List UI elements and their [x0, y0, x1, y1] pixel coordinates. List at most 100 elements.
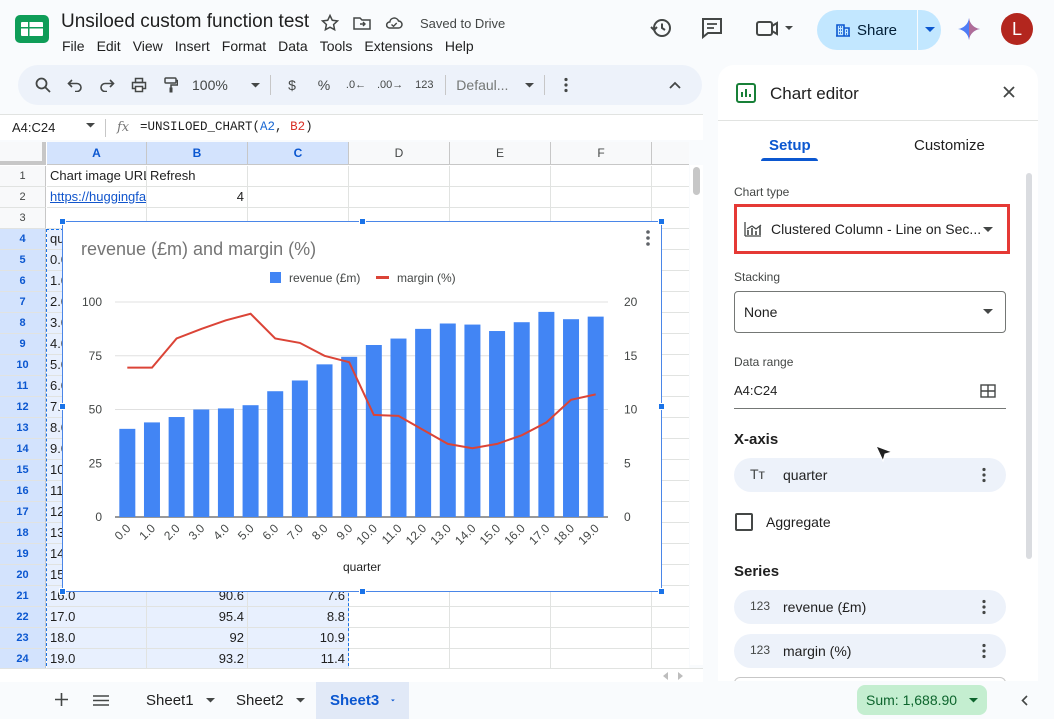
- menu-format[interactable]: Format: [216, 38, 272, 56]
- cell[interactable]: 11.4: [248, 649, 349, 668]
- menu-insert[interactable]: Insert: [169, 38, 216, 56]
- cell[interactable]: 18.0: [47, 628, 147, 649]
- row-header[interactable]: 24: [0, 649, 46, 668]
- collapse-menus-button[interactable]: [664, 71, 686, 99]
- resize-handle-r[interactable]: [658, 403, 665, 410]
- row-header[interactable]: 11: [0, 376, 46, 397]
- x-axis-chip[interactable]: Tт quarter: [734, 458, 1006, 492]
- row-header[interactable]: 5: [0, 250, 46, 271]
- vertical-scrollbar[interactable]: [690, 165, 703, 665]
- grid-select-icon[interactable]: [980, 384, 996, 398]
- gemini-sparkle-icon[interactable]: [958, 18, 980, 40]
- avatar[interactable]: L: [1001, 13, 1033, 45]
- share-options-button[interactable]: [918, 27, 941, 33]
- scroll-left-icon[interactable]: [662, 672, 670, 680]
- more-vert-icon[interactable]: [982, 599, 986, 615]
- scrollbar-thumb[interactable]: [693, 167, 700, 195]
- chevron-left-icon[interactable]: [1021, 695, 1028, 706]
- comments-icon[interactable]: [699, 15, 725, 41]
- share-button[interactable]: Share: [817, 10, 917, 50]
- print-button[interactable]: [128, 71, 150, 99]
- row-header[interactable]: 3: [0, 208, 46, 229]
- cell[interactable]: [450, 607, 551, 628]
- cell[interactable]: [450, 649, 551, 668]
- cell[interactable]: [450, 628, 551, 649]
- cell[interactable]: [349, 649, 450, 668]
- currency-format-button[interactable]: $: [281, 71, 303, 99]
- resize-handle-tl[interactable]: [59, 218, 66, 225]
- cell[interactable]: [652, 187, 689, 208]
- cell[interactable]: [349, 187, 450, 208]
- resize-handle-b[interactable]: [359, 588, 366, 595]
- menu-help[interactable]: Help: [439, 38, 480, 56]
- cell[interactable]: [450, 166, 551, 187]
- column-header-g[interactable]: [652, 142, 689, 165]
- column-header-c[interactable]: C: [248, 142, 349, 165]
- stacking-dropdown[interactable]: None: [734, 291, 1006, 333]
- row-header[interactable]: 9: [0, 334, 46, 355]
- chart-type-dropdown[interactable]: Clustered Column - Line on Sec...: [734, 204, 1010, 254]
- resize-handle-tr[interactable]: [658, 218, 665, 225]
- menu-edit[interactable]: Edit: [91, 38, 127, 56]
- resize-handle-bl[interactable]: [59, 588, 66, 595]
- sum-summary-button[interactable]: Sum: 1,688.90: [857, 685, 987, 715]
- cell[interactable]: https://huggingface: [47, 187, 147, 208]
- more-formats-button[interactable]: 123: [413, 71, 435, 99]
- increase-decimal-button[interactable]: .00 →: [377, 71, 403, 99]
- tab-setup[interactable]: Setup: [769, 137, 811, 154]
- document-title[interactable]: Unsiloed custom function test: [61, 11, 309, 33]
- all-sheets-menu-icon[interactable]: [93, 695, 109, 706]
- cell[interactable]: 4: [147, 187, 248, 208]
- redo-button[interactable]: [96, 71, 118, 99]
- cell[interactable]: 95.4: [147, 607, 248, 628]
- chevron-down-icon[interactable]: [86, 123, 95, 128]
- star-icon[interactable]: [320, 13, 340, 33]
- cell[interactable]: [551, 649, 652, 668]
- row-header[interactable]: 4: [0, 229, 46, 250]
- cloud-saved-icon[interactable]: [384, 13, 404, 33]
- row-header[interactable]: 12: [0, 397, 46, 418]
- row-header[interactable]: 8: [0, 313, 46, 334]
- close-icon[interactable]: [1001, 84, 1017, 100]
- search-menus-button[interactable]: [32, 71, 54, 99]
- column-header-a[interactable]: A: [47, 142, 147, 165]
- row-header[interactable]: 17: [0, 502, 46, 523]
- resize-handle-l[interactable]: [59, 403, 66, 410]
- row-header[interactable]: 1: [0, 166, 46, 187]
- cell[interactable]: [349, 607, 450, 628]
- name-box[interactable]: A4:C24: [12, 120, 55, 135]
- version-history-icon[interactable]: [648, 15, 674, 41]
- row-header[interactable]: 21: [0, 586, 46, 607]
- zoom-select[interactable]: 100%: [192, 71, 260, 99]
- cell[interactable]: Chart image URL: [47, 166, 147, 187]
- cell[interactable]: [551, 607, 652, 628]
- column-header-f[interactable]: F: [551, 142, 652, 165]
- cell[interactable]: [248, 187, 349, 208]
- percent-format-button[interactable]: %: [313, 71, 335, 99]
- horizontal-scrollbar[interactable]: [0, 668, 703, 682]
- more-toolbar-button[interactable]: [555, 71, 577, 99]
- row-header[interactable]: 13: [0, 418, 46, 439]
- scroll-right-icon[interactable]: [676, 672, 684, 680]
- cell[interactable]: [349, 628, 450, 649]
- chart-menu-icon[interactable]: [646, 230, 650, 246]
- panel-scrollbar[interactable]: [1026, 173, 1032, 559]
- add-sheet-icon[interactable]: [55, 693, 68, 706]
- menu-extensions[interactable]: Extensions: [358, 38, 438, 56]
- row-header[interactable]: 7: [0, 292, 46, 313]
- sheet-tab-2[interactable]: Sheet2: [222, 682, 319, 719]
- sheets-logo-icon[interactable]: [14, 14, 50, 44]
- font-select[interactable]: Defaul...: [456, 71, 535, 99]
- cell[interactable]: [652, 628, 689, 649]
- cell[interactable]: 19.0: [47, 649, 147, 668]
- cell[interactable]: 10.9: [248, 628, 349, 649]
- decrease-decimal-button[interactable]: .0 ←: [345, 71, 367, 99]
- column-header-e[interactable]: E: [450, 142, 551, 165]
- row-header[interactable]: 22: [0, 607, 46, 628]
- cell[interactable]: 8.8: [248, 607, 349, 628]
- cell[interactable]: [551, 628, 652, 649]
- row-header[interactable]: 20: [0, 565, 46, 586]
- row-header[interactable]: 14: [0, 439, 46, 460]
- row-header[interactable]: 16: [0, 481, 46, 502]
- undo-button[interactable]: [64, 71, 86, 99]
